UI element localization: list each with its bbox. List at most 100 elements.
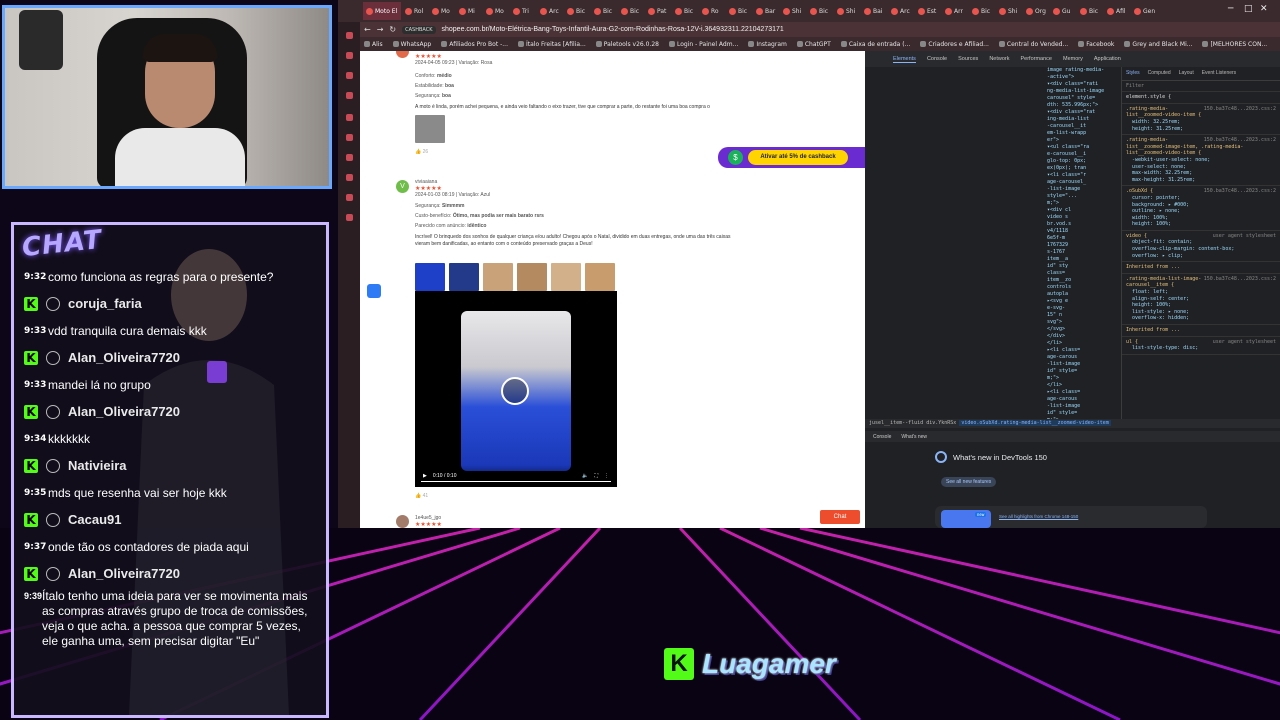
rule-source[interactable]: 150.ba37c48...2023.css:2	[1204, 276, 1276, 283]
dom-node-line[interactable]: v4/1118	[1047, 228, 1119, 235]
volume-icon[interactable]: 🔈	[582, 473, 588, 479]
dom-node-line[interactable]: id" sty	[1047, 263, 1119, 270]
chat-username[interactable]: Alan_Oliveira7720	[68, 350, 180, 365]
replay-icon[interactable]	[501, 377, 529, 405]
dom-node-line[interactable]: </li>	[1047, 382, 1119, 389]
devtools-tab[interactable]: Elements	[893, 56, 916, 63]
css-property[interactable]: height: 100%;	[1126, 221, 1276, 228]
browser-tab[interactable]: Rol	[402, 2, 428, 20]
more-icon[interactable]: ⋮	[604, 473, 609, 479]
devtools-tab[interactable]: Console	[927, 56, 947, 62]
css-property[interactable]: overflow-x: hidden;	[1126, 315, 1276, 322]
bookmark-item[interactable]: ChatGPT	[796, 41, 831, 48]
dom-node-line[interactable]: ing-media-list	[1047, 116, 1119, 123]
chat-username[interactable]: coruja_faria	[68, 296, 142, 311]
css-property[interactable]: width: 100%;	[1126, 215, 1276, 222]
bookmark-item[interactable]: Grey and Black Mi...	[1124, 41, 1192, 48]
dom-node-line[interactable]: dth: 535.996px;">	[1047, 102, 1119, 109]
rule-source[interactable]: 150.ba37c48...2023.css:2	[1204, 106, 1276, 113]
dom-node-line[interactable]: video s	[1047, 214, 1119, 221]
dom-node-line[interactable]: 15" n	[1047, 312, 1119, 319]
dom-node-line[interactable]: image rating-media-	[1047, 67, 1119, 74]
css-property[interactable]: list-style: ▸ none;	[1126, 309, 1276, 316]
dom-node-line[interactable]: glo-top: 0px;	[1047, 158, 1119, 165]
dom-node-line[interactable]: 1767329	[1047, 242, 1119, 249]
browser-tab[interactable]: Bai	[861, 2, 887, 20]
browser-tab[interactable]: Mi	[456, 2, 482, 20]
devtools-tab[interactable]: Sources	[958, 56, 978, 62]
css-property[interactable]: outline: ▸ none;	[1126, 208, 1276, 215]
bookmark-item[interactable]: Facebook	[1078, 41, 1114, 48]
play-icon[interactable]: ▶	[423, 473, 427, 479]
bookmark-item[interactable]: WhatsApp	[392, 41, 431, 48]
styles-subtab[interactable]: Computed	[1148, 70, 1171, 77]
breadcrumb-prefix[interactable]: jusel__item--fluid div.YknRSx	[869, 420, 956, 426]
chat-username[interactable]: Alan_Oliveira7720	[68, 404, 180, 419]
dom-node-line[interactable]: -list-image	[1047, 403, 1119, 410]
bookmark-item[interactable]: Ítalo Freitas [Afilia...	[517, 41, 586, 48]
highlights-card[interactable]: new See all highlights from Chrome 148-1…	[935, 506, 1207, 528]
browser-tab[interactable]: Est	[915, 2, 941, 20]
css-property[interactable]: height: 31.25rem;	[1126, 126, 1276, 133]
css-property[interactable]: float: left;	[1126, 289, 1276, 296]
dom-node-line[interactable]: ▾<div class="rat	[1047, 109, 1119, 116]
css-property[interactable]: -webkit-user-select: none;	[1126, 157, 1276, 164]
dom-node-line[interactable]: -list-image	[1047, 186, 1119, 193]
bookmark-item[interactable]: Instagram	[748, 41, 787, 48]
css-property[interactable]: align-self: center;	[1126, 296, 1276, 303]
css-property[interactable]: list-style-type: disc;	[1126, 345, 1276, 352]
review-media-thumb[interactable]	[483, 263, 513, 291]
dom-node-line[interactable]: ▸<svg e	[1047, 298, 1119, 305]
css-property[interactable]: max-width: 32.25rem;	[1126, 170, 1276, 177]
dom-node-line[interactable]: -list-image	[1047, 361, 1119, 368]
browser-tab[interactable]: Mo	[429, 2, 455, 20]
forward-icon[interactable]: →	[377, 25, 384, 34]
drawer-tab[interactable]: What's new	[901, 434, 927, 440]
browser-tab[interactable]: Arc	[888, 2, 914, 20]
bookmark-item[interactable]: Afiliados Pro Bot -...	[441, 41, 508, 48]
browser-tab[interactable]: Mo	[483, 2, 509, 20]
review-media-thumb[interactable]	[415, 263, 445, 291]
styles-subtab[interactable]: Event Listeners	[1202, 70, 1236, 77]
dom-node-line[interactable]: item__zo	[1047, 277, 1119, 284]
dom-node-line[interactable]: m;">	[1047, 200, 1119, 207]
css-property[interactable]: cursor: pointer;	[1126, 195, 1276, 202]
tab-active[interactable]: Moto El	[363, 2, 401, 20]
dom-node-line[interactable]: id" style=	[1047, 368, 1119, 375]
browser-tab[interactable]: Bic	[672, 2, 698, 20]
dom-node-line[interactable]: </svg>	[1047, 326, 1119, 333]
css-property[interactable]: overflow: ▸ clip;	[1126, 253, 1276, 260]
activate-cashback-button[interactable]: Ativar até 5% de cashback	[748, 150, 848, 165]
cashback-banner[interactable]: $ Ativar até 5% de cashback	[718, 147, 865, 168]
browser-tab[interactable]: Bic	[591, 2, 617, 20]
review-media-thumb[interactable]	[517, 263, 547, 291]
fullscreen-icon[interactable]: ⛶	[594, 473, 598, 479]
browser-tab[interactable]: Bic	[969, 2, 995, 20]
browser-tab[interactable]: Bic	[1077, 2, 1103, 20]
dom-node-line[interactable]: ▸<li class=	[1047, 347, 1119, 354]
browser-tab[interactable]: Shi	[996, 2, 1022, 20]
dom-node-line[interactable]: svg">	[1047, 319, 1119, 326]
bookmark-item[interactable]: Criadores e Afiliad...	[920, 41, 989, 48]
review-video-player[interactable]: ▶ 0:10 / 0:10 🔈 ⛶ ⋮	[415, 291, 617, 487]
browser-tab[interactable]: Bic	[564, 2, 590, 20]
dom-node-line[interactable]: ▾<div cl	[1047, 207, 1119, 214]
dom-node-line[interactable]: ▾<div class="rati	[1047, 81, 1119, 88]
browser-tab[interactable]: Arc	[537, 2, 563, 20]
dom-node-line[interactable]: autopla	[1047, 291, 1119, 298]
review-media-thumb[interactable]	[551, 263, 581, 291]
bookmark-item[interactable]: Central do Vended...	[998, 41, 1068, 48]
css-property[interactable]: max-height: 31.25rem;	[1126, 177, 1276, 184]
css-property[interactable]: object-fit: contain;	[1126, 239, 1276, 246]
reload-icon[interactable]: ↻	[389, 25, 396, 34]
dom-node-line[interactable]: </div>	[1047, 333, 1119, 340]
dom-node-line[interactable]: ▸<li class=	[1047, 389, 1119, 396]
css-property[interactable]: background: ▸ #000;	[1126, 202, 1276, 209]
review-media-thumb[interactable]	[585, 263, 615, 291]
css-property[interactable]: height: 100%;	[1126, 302, 1276, 309]
shopee-chat-button[interactable]: Chat	[820, 510, 860, 524]
maximize-icon[interactable]: □	[1244, 4, 1253, 14]
browser-tab[interactable]: Bar	[753, 2, 779, 20]
url-text[interactable]: shopee.com.br/Moto-Elétrica-Bang-Toys-In…	[442, 26, 784, 33]
close-icon[interactable]: ✕	[1260, 4, 1268, 14]
